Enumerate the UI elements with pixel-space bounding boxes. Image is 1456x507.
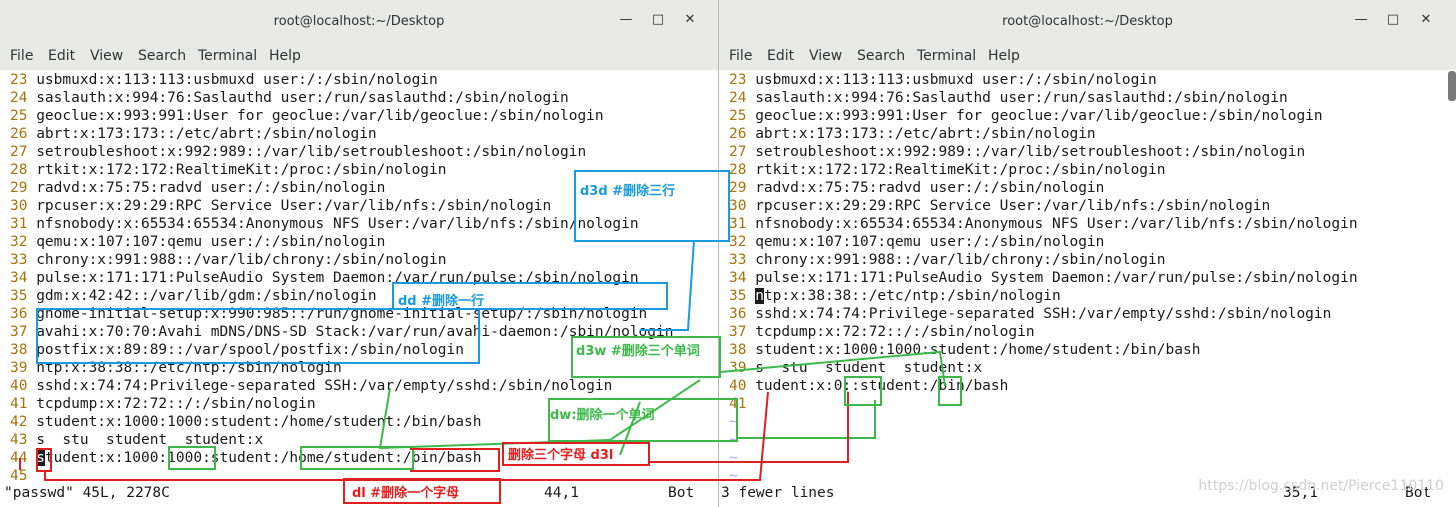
right-d3w-box	[938, 376, 962, 406]
d3l-annotation: 删除三个字母 d3l	[508, 448, 614, 463]
dd-annotation: dd #删除一行	[398, 294, 485, 309]
d3d-annotation: d3d #删除三行	[580, 180, 676, 199]
right-dw-box	[844, 376, 882, 406]
d3w-words-box	[300, 446, 414, 470]
watermark: https://blog.csdn.net/Pierce110110	[1198, 478, 1444, 494]
dl-annotation: dl #删除一个字母	[352, 486, 460, 501]
dw-word-box	[168, 446, 216, 470]
d3w-annotation: d3w #删除三个单词	[576, 344, 700, 359]
dl-char-box	[36, 448, 52, 472]
dw-annotation: dw:删除一个单词	[550, 408, 655, 423]
deleted-lines-box	[36, 308, 480, 364]
d3l-chars-box	[410, 448, 500, 472]
